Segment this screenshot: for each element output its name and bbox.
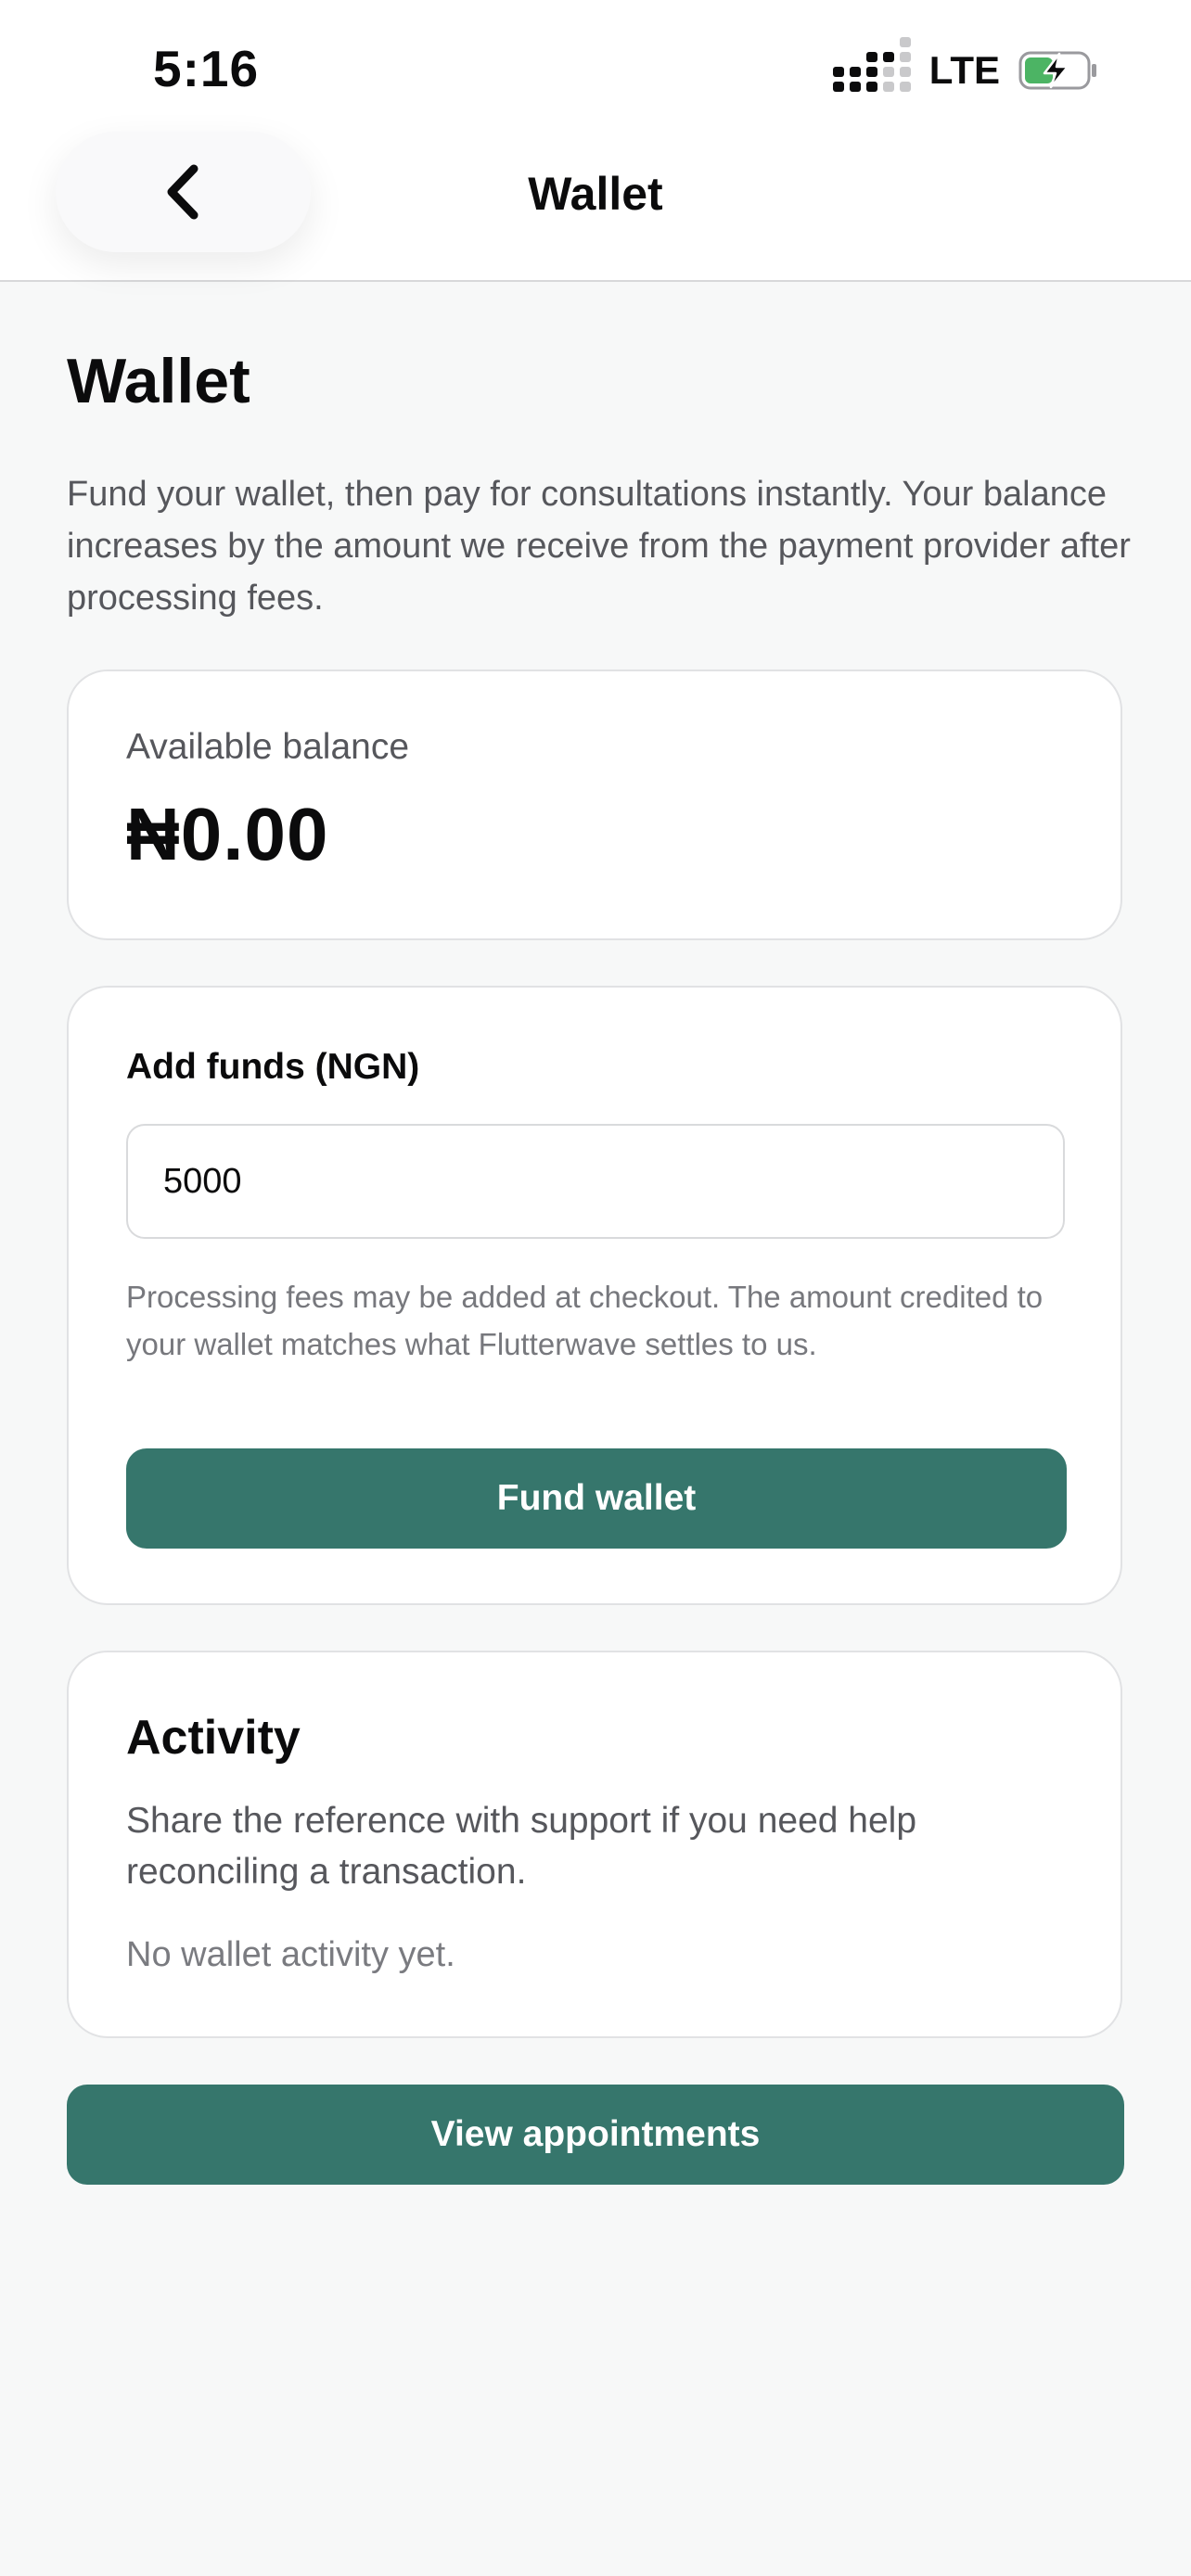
navigation-bar: Wallet bbox=[0, 132, 1191, 282]
view-appointments-button[interactable]: View appointments bbox=[67, 2085, 1124, 2185]
balance-label: Available balance bbox=[126, 727, 410, 767]
status-indicators: LTE bbox=[832, 37, 1098, 95]
network-type-label: LTE bbox=[928, 48, 1000, 92]
activity-description: Share the reference with support if you … bbox=[126, 1801, 917, 1892]
activity-card: Activity Share the reference with suppor… bbox=[67, 1651, 1122, 2038]
add-funds-card: Add funds (NGN) Processing fees may be a… bbox=[67, 986, 1122, 1605]
add-funds-label: Add funds (NGN) bbox=[126, 1047, 420, 1087]
fund-wallet-button[interactable]: Fund wallet bbox=[126, 1448, 1067, 1549]
status-time: 5:16 bbox=[153, 40, 260, 97]
page-title: Wallet bbox=[67, 346, 250, 416]
nav-title: Wallet bbox=[528, 168, 663, 220]
activity-empty-state: No wallet activity yet. bbox=[126, 1935, 455, 1974]
intro-text: Fund your wallet, then pay for consultat… bbox=[67, 475, 1131, 618]
balance-value: ₦0.00 bbox=[126, 793, 329, 875]
battery-charging-icon bbox=[1018, 50, 1098, 91]
activity-title: Activity bbox=[126, 1711, 301, 1765]
cellular-signal-icon bbox=[832, 37, 911, 92]
amount-input[interactable] bbox=[126, 1124, 1065, 1239]
status-bar: 5:16 LTE bbox=[0, 0, 1191, 139]
balance-card: Available balance ₦0.00 bbox=[67, 670, 1122, 940]
processing-fees-note: Processing fees may be added at checkout… bbox=[126, 1280, 1044, 1361]
